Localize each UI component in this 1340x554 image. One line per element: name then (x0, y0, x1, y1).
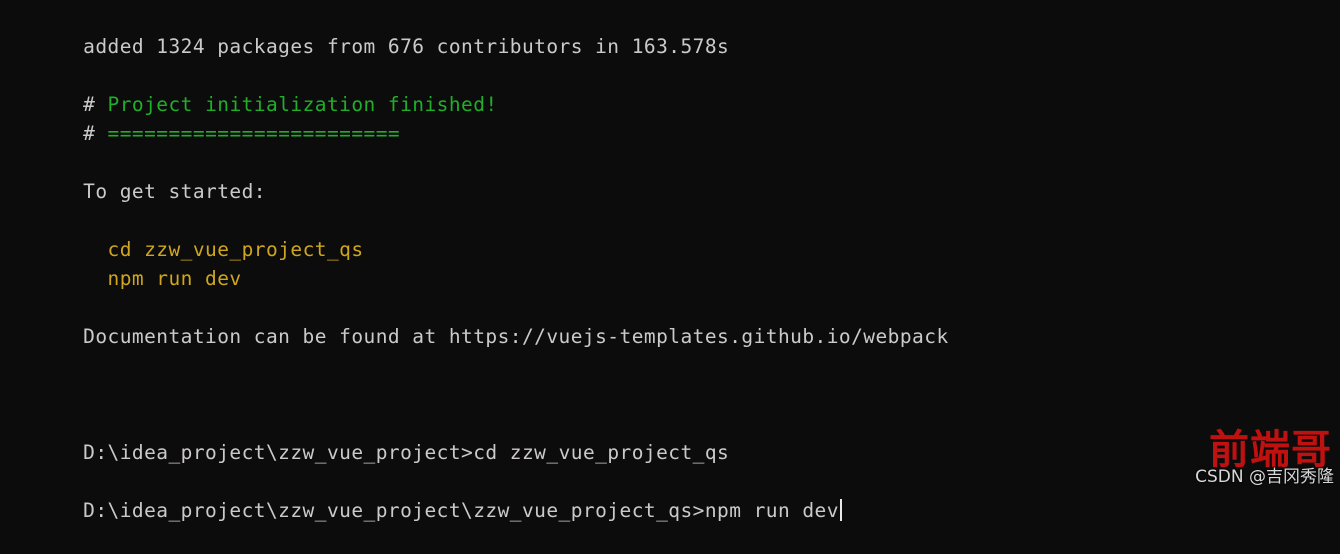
terminal-line-get-started-heading: To get started: (10, 148, 1340, 203)
terminal-line-install-summary: added 1324 packages from 676 contributor… (10, 3, 1340, 58)
banner-rule-text: ======================== (107, 122, 401, 145)
get-started-heading-text: To get started: (83, 180, 266, 203)
banner-title-space (95, 93, 107, 116)
prompt-1-command: cd zzw_vue_project_qs (473, 441, 730, 464)
install-summary-text: added 1324 packages from 676 contributor… (83, 35, 730, 58)
terminal-output-area[interactable]: added 1324 packages from 676 contributor… (10, 3, 1340, 522)
banner-hash-symbol: # (83, 93, 96, 116)
step-cd-text: cd zzw_vue_project_qs (107, 238, 364, 261)
terminal-line-step-cd: cd zzw_vue_project_qs (10, 206, 1340, 261)
prompt-2-path: D:\idea_project\zzw_vue_project\zzw_vue_… (83, 499, 705, 522)
step-indent (83, 267, 107, 290)
banner-rule-space (95, 122, 107, 145)
terminal-line-banner-title: # Project initialization finished! (10, 61, 1340, 116)
banner-rule-hash-symbol: # (83, 122, 96, 145)
step-npm-run-dev-text: npm run dev (107, 267, 242, 290)
terminal-window[interactable]: added 1324 packages from 676 contributor… (0, 0, 1340, 522)
terminal-line-prompt-2[interactable]: D:\idea_project\zzw_vue_project\zzw_vue_… (10, 467, 1340, 522)
documentation-text: Documentation can be found at https://vu… (83, 325, 949, 348)
text-cursor (839, 499, 842, 521)
banner-title-text: Project initialization finished! (107, 93, 498, 116)
prompt-1-path: D:\idea_project\zzw_vue_project> (83, 441, 474, 464)
terminal-line-prompt-1: D:\idea_project\zzw_vue_project>cd zzw_v… (10, 409, 1340, 464)
prompt-2-command: npm run dev (704, 499, 839, 522)
step-indent (83, 238, 107, 261)
terminal-line-documentation: Documentation can be found at https://vu… (10, 293, 1340, 348)
